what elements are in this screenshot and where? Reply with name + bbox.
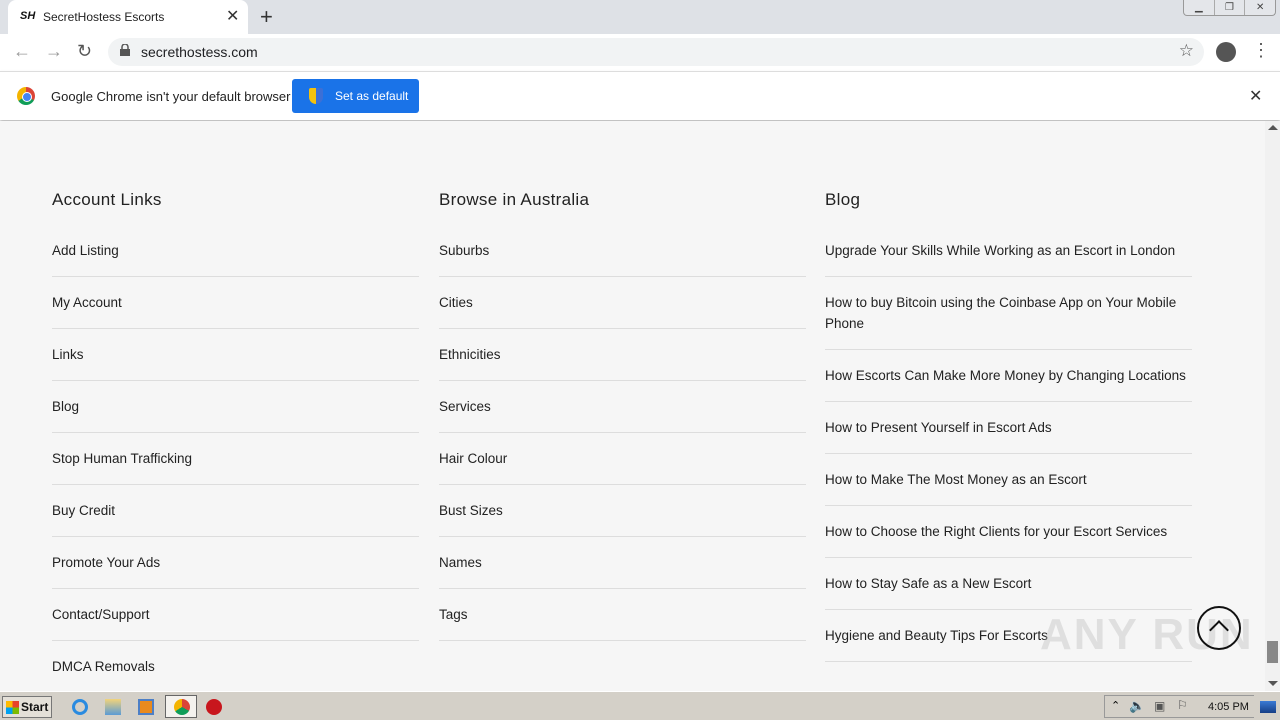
profile-avatar-icon[interactable] (1216, 42, 1236, 62)
start-label: Start (21, 700, 49, 714)
footer-link[interactable]: Buy Credit (52, 485, 419, 537)
page-content: Account Links Add Listing My Account Lin… (0, 121, 1265, 691)
footer-link[interactable]: Cities (439, 277, 806, 329)
blog-post-link[interactable]: How to Stay Safe as a New Escort (825, 558, 1192, 610)
minimize-button[interactable]: ▁ (1184, 0, 1215, 15)
taskbar-clock[interactable]: 4:05 PM (1208, 701, 1249, 713)
footer-link[interactable]: Ethnicities (439, 329, 806, 381)
footer-link[interactable]: Promote Your Ads (52, 537, 419, 589)
column-heading: Account Links (52, 190, 162, 209)
footer-link[interactable]: Stop Human Trafficking (52, 433, 419, 485)
new-tab-button[interactable]: + (260, 4, 273, 30)
column-heading: Blog (825, 190, 861, 209)
opera-icon[interactable] (206, 699, 222, 715)
show-hidden-icons[interactable]: ⌃ (1111, 699, 1120, 712)
media-player-icon[interactable] (138, 699, 154, 715)
windows-logo-icon (6, 701, 19, 714)
scroll-down-arrow-icon[interactable] (1268, 681, 1278, 686)
blog-post-link[interactable]: How to Present Yourself in Escort Ads (825, 402, 1192, 454)
blog-post-link[interactable]: How to Choose the Right Clients for your… (825, 506, 1192, 558)
start-button[interactable]: Start (2, 696, 52, 718)
site-favicon: SH (20, 10, 36, 22)
footer-link[interactable]: Names (439, 537, 806, 589)
footer-link[interactable]: Contact/Support (52, 589, 419, 641)
footer-link[interactable]: Links (52, 329, 419, 381)
footer-link[interactable]: Hair Colour (439, 433, 806, 485)
footer-link[interactable]: Suburbs (439, 225, 806, 277)
set-as-default-label: Set as default (335, 89, 409, 103)
blog-post-link[interactable]: Upgrade Your Skills While Working as an … (825, 225, 1192, 277)
forward-icon[interactable]: → (45, 41, 63, 62)
window-close-button[interactable]: ✕ (1245, 0, 1275, 15)
restore-button[interactable]: ❐ (1215, 0, 1246, 15)
menu-icon[interactable]: ⋮ (1252, 40, 1270, 61)
url-text: secrethostess.com (141, 44, 258, 60)
browser-tab[interactable]: SH SecretHostess Escorts ✕ (8, 0, 248, 34)
vertical-scrollbar[interactable] (1265, 121, 1280, 691)
set-as-default-button[interactable]: Set as default (292, 79, 419, 113)
account-links-list: Add Listing My Account Links Blog Stop H… (52, 225, 419, 691)
windows-taskbar: Start ⌃ 🔈 ▣ ⚐ 4:05 PM (0, 691, 1280, 720)
infobar-message: Google Chrome isn't your default browser (51, 89, 291, 104)
shield-icon (309, 88, 323, 104)
footer-link[interactable]: Blog (52, 381, 419, 433)
browse-links-list: Suburbs Cities Ethnicities Services Hair… (439, 225, 806, 641)
action-center-flag-icon[interactable]: ⚐ (1177, 698, 1188, 712)
blog-post-link[interactable]: How Escorts Can Make More Money by Chang… (825, 350, 1192, 402)
internet-explorer-icon[interactable] (72, 699, 88, 715)
footer-link[interactable]: DMCA Removals (52, 641, 419, 691)
column-heading: Browse in Australia (439, 190, 590, 209)
browser-toolbar: ← → ↻ secrethostess.com ☆ ⋮ (0, 34, 1280, 71)
scrollbar-thumb[interactable] (1267, 641, 1278, 663)
blog-post-link[interactable]: How to buy Bitcoin using the Coinbase Ap… (825, 277, 1192, 350)
file-explorer-icon[interactable] (105, 699, 121, 715)
lock-icon (120, 44, 130, 56)
footer-link[interactable]: My Account (52, 277, 419, 329)
close-tab-icon[interactable]: ✕ (226, 6, 239, 26)
infobar-close-icon[interactable]: ✕ (1249, 86, 1262, 106)
bookmark-star-icon[interactable]: ☆ (1179, 41, 1194, 61)
footer-link[interactable]: Tags (439, 589, 806, 641)
tab-title: SecretHostess Escorts (43, 10, 165, 24)
footer-link[interactable]: Add Listing (52, 225, 419, 277)
back-icon[interactable]: ← (13, 41, 31, 62)
chrome-logo-icon (17, 87, 35, 105)
scroll-up-arrow-icon[interactable] (1268, 125, 1278, 130)
window-controls: ▁ ❐ ✕ (1183, 0, 1276, 16)
chrome-taskbar-button[interactable] (165, 695, 197, 718)
blog-links-list: Upgrade Your Skills While Working as an … (825, 225, 1192, 662)
network-icon[interactable]: ▣ (1154, 699, 1165, 713)
blog-post-link[interactable]: How to Make The Most Money as an Escort (825, 454, 1192, 506)
address-bar[interactable]: secrethostess.com ☆ (108, 38, 1204, 66)
chrome-icon (174, 699, 190, 715)
show-desktop-button[interactable] (1260, 701, 1276, 713)
footer-link[interactable]: Bust Sizes (439, 485, 806, 537)
footer-link[interactable]: Services (439, 381, 806, 433)
default-browser-infobar: Google Chrome isn't your default browser… (0, 71, 1280, 120)
reload-icon[interactable]: ↻ (77, 41, 92, 62)
scroll-to-top-button[interactable] (1197, 606, 1241, 650)
volume-icon[interactable]: 🔈 (1129, 698, 1145, 714)
tab-strip: SH SecretHostess Escorts ✕ + ▁ ❐ ✕ (0, 0, 1280, 34)
